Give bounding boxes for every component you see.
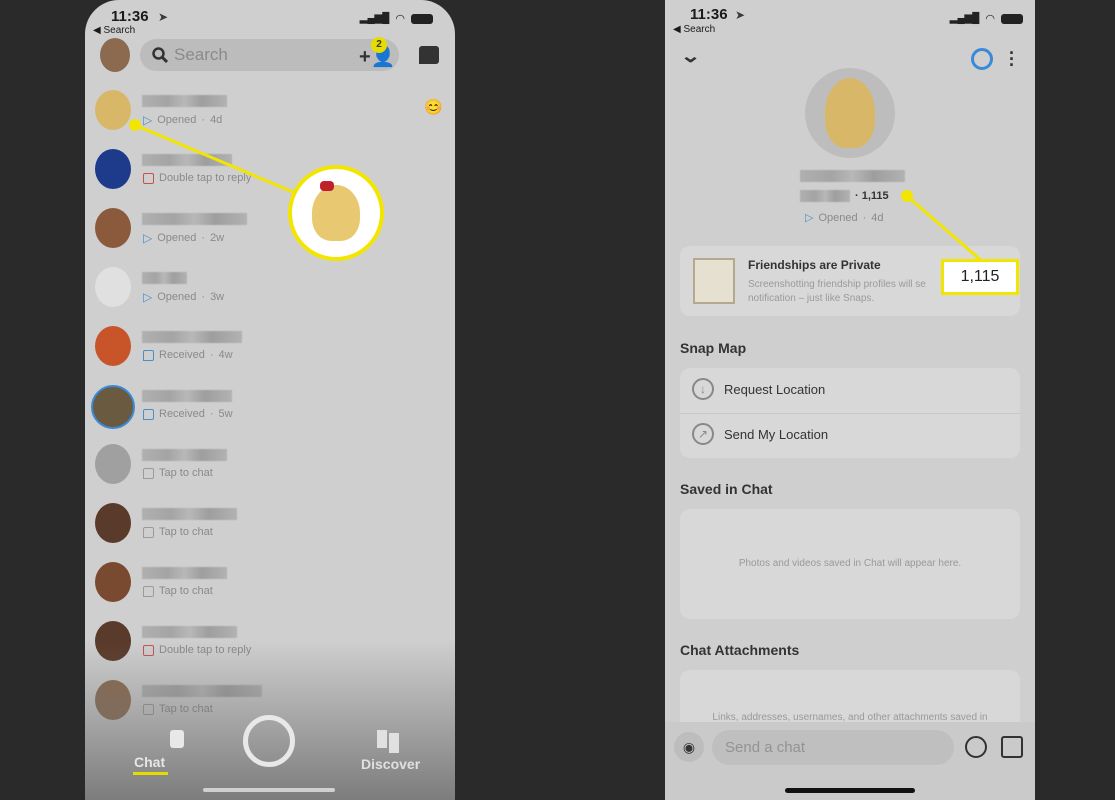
friend-name-blurred <box>142 567 227 579</box>
snap-map-heading: Snap Map <box>680 340 747 356</box>
friend-avatar[interactable] <box>95 326 131 366</box>
friend-avatar[interactable] <box>95 503 131 543</box>
chat-list-screen: 11:36 ➤ ◀ Search ▂▄▆█ ◠ Search +👤 2 ▷ Ope… <box>85 0 455 800</box>
chat-status: Received · 4w <box>143 349 233 361</box>
chat-nav-icon <box>170 730 184 748</box>
discover-icon <box>377 730 399 753</box>
chat-attachments-card: Links, addresses, usernames, and other a… <box>680 670 1020 730</box>
friend-name-blurred <box>142 449 227 461</box>
saved-empty-text: Photos and videos saved in Chat will app… <box>738 558 962 569</box>
camera-button[interactable]: ◉ <box>674 732 704 762</box>
chat-bubble-icon <box>143 408 154 420</box>
emoji-button[interactable] <box>965 736 987 758</box>
send-location-button[interactable]: Send My Location <box>724 427 828 442</box>
callout-line <box>129 119 301 197</box>
memories-button[interactable] <box>1001 736 1023 758</box>
chat-status: Received · 5w <box>143 408 233 420</box>
nav-chat-tab[interactable]: Chat <box>134 754 165 770</box>
callout-line <box>901 190 984 264</box>
friend-name-blurred <box>142 390 232 402</box>
send-location-icon: ↗ <box>692 423 714 445</box>
score-zoom-callout: 1,115 <box>941 259 1019 295</box>
friend-avatar[interactable] <box>91 385 135 429</box>
chat-list-item[interactable]: Tap to chat <box>85 562 455 621</box>
camera-icon: ◉ <box>682 739 696 755</box>
friend-profile-screen: 11:36 ➤ ◀ Search ▂▄▆█ ◠ ⌄ · · · · 1,115 ▷ O… <box>665 0 1035 800</box>
chat-list-item[interactable]: Received · 4w <box>85 326 455 385</box>
snap-map-card: ↓ Request Location ↗ Send My Location <box>680 368 1020 458</box>
home-indicator <box>785 788 915 793</box>
chat-status: Tap to chat <box>143 467 213 479</box>
chat-status: Tap to chat <box>143 526 213 538</box>
friend-name-blurred <box>142 626 237 638</box>
home-indicator <box>203 788 335 792</box>
camera-capture-button[interactable] <box>243 715 295 767</box>
chat-list-item[interactable]: Tap to chat <box>85 444 455 503</box>
chat-bubble-icon <box>143 585 154 597</box>
friend-avatar[interactable] <box>95 562 131 602</box>
bitmoji-avatar <box>312 181 360 241</box>
send-chat-input[interactable]: Send a chat <box>712 730 954 765</box>
saved-in-chat-heading: Saved in Chat <box>680 481 773 497</box>
saved-in-chat-card: Photos and videos saved in Chat will app… <box>680 509 1020 619</box>
request-location-icon: ↓ <box>692 378 714 400</box>
friend-name-blurred <box>142 331 242 343</box>
chat-bubble-icon <box>143 349 154 361</box>
chat-bubble-icon <box>143 526 154 538</box>
divider <box>680 413 1020 414</box>
composer-bar: ◉ Send a chat <box>665 722 1035 800</box>
friend-avatar[interactable] <box>95 444 131 484</box>
active-tab-indicator <box>133 772 168 775</box>
avatar-zoom-callout <box>288 165 384 261</box>
chat-bubble-icon <box>143 467 154 479</box>
nav-discover-tab[interactable]: Discover <box>361 756 420 772</box>
chat-list-item[interactable]: Received · 5w <box>85 385 455 444</box>
friend-name-blurred <box>142 508 237 520</box>
chat-attachments-heading: Chat Attachments <box>680 642 800 658</box>
chat-list-item[interactable]: Tap to chat <box>85 503 455 562</box>
chat-status: Tap to chat <box>143 585 213 597</box>
request-location-button[interactable]: Request Location <box>724 382 825 397</box>
